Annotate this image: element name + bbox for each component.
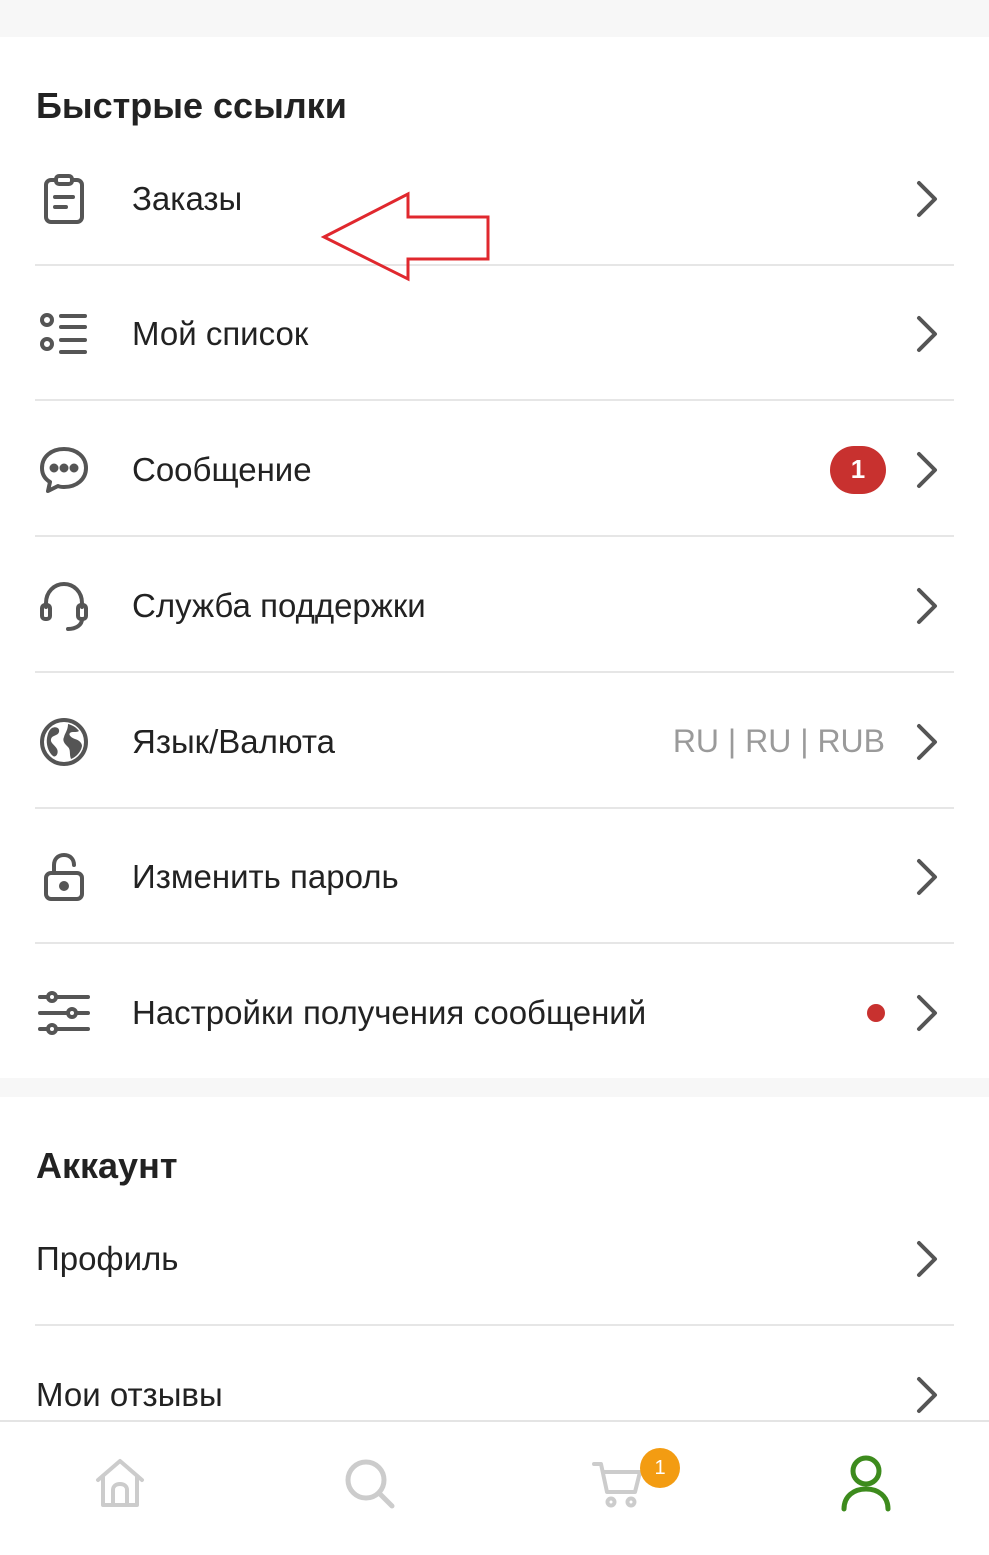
- top-strip: [0, 0, 989, 37]
- chevron-right-icon: [913, 586, 941, 626]
- headset-icon: [36, 578, 92, 634]
- quick-link-orders[interactable]: Заказы: [0, 131, 989, 266]
- quick-link-label: Настройки получения сообщений: [132, 993, 647, 1031]
- bottom-nav: [0, 1420, 989, 1555]
- chevron-right-icon: [913, 722, 941, 762]
- chevron-right-icon: [913, 993, 941, 1033]
- search-icon: [342, 1456, 396, 1515]
- quick-link-messages[interactable]: Сообщение 1: [0, 402, 989, 537]
- quick-link-label: Заказы: [132, 179, 243, 217]
- nav-home[interactable]: [85, 1450, 155, 1520]
- unread-count-badge: 1: [830, 445, 886, 494]
- current-language-currency: RU | RU | RUB: [672, 723, 885, 759]
- chevron-right-icon: [913, 179, 941, 219]
- globe-icon: [36, 714, 92, 770]
- quick-link-label: Служба поддержки: [132, 586, 426, 624]
- sliders-icon: [36, 985, 92, 1041]
- lock-icon: [36, 849, 92, 905]
- chevron-right-icon: [913, 450, 941, 490]
- home-icon: [93, 1456, 147, 1515]
- clipboard-icon: [36, 171, 92, 227]
- new-indicator-dot: [867, 1003, 885, 1022]
- chat-icon: [36, 442, 92, 498]
- account-link-profile[interactable]: Профиль: [0, 1191, 989, 1326]
- account-card: Аккаунт Профиль Мои отзывы: [0, 1097, 989, 1420]
- nav-account[interactable]: [831, 1450, 901, 1520]
- cart-icon: [591, 1456, 645, 1515]
- account-link-label: Мои отзывы: [36, 1375, 223, 1413]
- quick-link-notification-settings[interactable]: Настройки получения сообщений: [0, 945, 989, 1080]
- quick-links-card: Быстрые ссылки Заказы Мой список Сообщен…: [0, 37, 989, 1078]
- account-title: Аккаунт: [36, 1145, 178, 1186]
- chevron-right-icon: [913, 1239, 941, 1279]
- chevron-right-icon: [913, 314, 941, 354]
- quick-link-support[interactable]: Служба поддержки: [0, 538, 989, 673]
- user-icon: [839, 1454, 893, 1517]
- chevron-right-icon: [913, 857, 941, 897]
- quick-link-label: Мой список: [132, 314, 309, 352]
- account-link-label: Профиль: [36, 1239, 179, 1277]
- quick-link-change-password[interactable]: Изменить пароль: [0, 809, 989, 944]
- annotation-arrow: [320, 191, 490, 282]
- quick-link-label: Язык/Валюта: [132, 722, 336, 760]
- quick-links-title: Быстрые ссылки: [36, 85, 347, 126]
- quick-link-label: Изменить пароль: [132, 857, 399, 895]
- quick-link-my-list[interactable]: Мой список: [0, 266, 989, 401]
- chevron-right-icon: [913, 1375, 941, 1415]
- cart-count-badge: 1: [640, 1448, 680, 1488]
- quick-link-label: Сообщение: [132, 450, 312, 488]
- list-icon: [36, 306, 92, 362]
- nav-search[interactable]: [334, 1450, 404, 1520]
- quick-link-language-currency[interactable]: Язык/Валюта RU | RU | RUB: [0, 674, 989, 809]
